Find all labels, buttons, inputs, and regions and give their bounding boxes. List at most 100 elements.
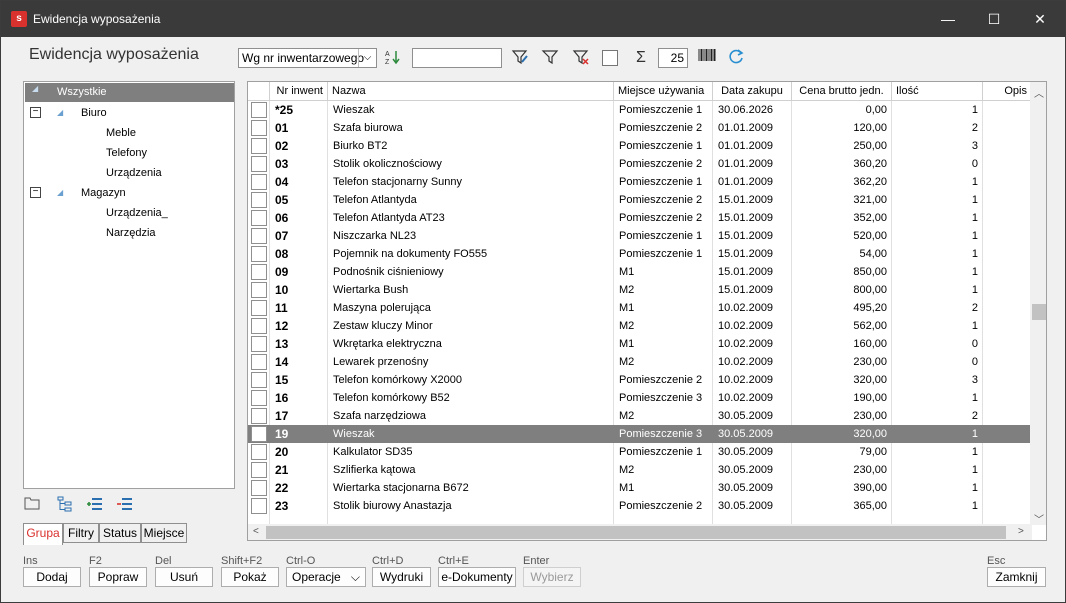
- tree-item-narzedzia[interactable]: Narzędzia: [106, 223, 156, 243]
- table-row[interactable]: 12 Zestaw kluczy Minor M2 10.02.2009 562,00 1: [248, 317, 1032, 335]
- minimize-button[interactable]: —: [925, 1, 971, 37]
- table-row[interactable]: 13 Wkrętarka elektryczna M1 10.02.2009 160,0…: [248, 335, 1032, 353]
- column-header[interactable]: Miejsce używania: [614, 82, 713, 101]
- table-row[interactable]: 05 Telefon Atlantyda Pomieszczenie 2 15.01.…: [248, 191, 1032, 209]
- row-checkbox[interactable]: [251, 372, 267, 388]
- table-row[interactable]: 11 Maszyna polerująca M1 10.02.2009 495,20 2: [248, 299, 1032, 317]
- collapse-icon[interactable]: −: [30, 107, 41, 118]
- table-row[interactable]: 03 Stolik okolicznościowy Pomieszczenie 2 0…: [248, 155, 1032, 173]
- tab-filtry[interactable]: Filtry: [63, 523, 99, 543]
- print-button[interactable]: Wydruki: [372, 567, 431, 587]
- folder-icon[interactable]: [23, 496, 41, 514]
- row-checkbox[interactable]: [251, 480, 267, 496]
- clear-filter-icon[interactable]: [571, 48, 591, 68]
- table-row[interactable]: *25 Wieszak Pomieszczenie 1 30.06.2026 0,00 1: [248, 101, 1032, 119]
- table-row[interactable]: 21 Szlifierka kątowa M2 30.05.2009 230,00 1: [248, 461, 1032, 479]
- tree-item-magazyn[interactable]: − ◢ Magazyn: [24, 183, 234, 203]
- table-row[interactable]: 10 Wiertarka Bush M2 15.01.2009 800,00 1: [248, 281, 1032, 299]
- column-header[interactable]: Nazwa: [328, 82, 614, 101]
- row-checkbox[interactable]: [251, 156, 267, 172]
- table-row[interactable]: 02 Biurko BT2 Pomieszczenie 1 01.01.2009 250…: [248, 137, 1032, 155]
- close-window-button[interactable]: Zamknij: [987, 567, 1046, 587]
- tree-item-urzadzenia-mag[interactable]: Urządzenia_: [106, 203, 168, 223]
- vertical-scrollbar[interactable]: ︿ ﹀: [1030, 82, 1046, 526]
- table-row[interactable]: 23 Stolik biurowy Anastazja Pomieszczenie …: [248, 497, 1032, 515]
- row-checkbox[interactable]: [251, 210, 267, 226]
- add-group-icon[interactable]: [86, 496, 104, 514]
- tab-miejsce[interactable]: Miejsce: [141, 523, 187, 543]
- row-checkbox[interactable]: [251, 264, 267, 280]
- table-row[interactable]: 19 Wieszak Pomieszczenie 3 30.05.2009 320,00…: [248, 425, 1032, 443]
- horizontal-scrollbar[interactable]: < >: [248, 524, 1032, 540]
- sum-icon[interactable]: Σ: [631, 48, 651, 68]
- row-checkbox[interactable]: [251, 444, 267, 460]
- row-count-input[interactable]: 25: [658, 48, 688, 68]
- scroll-down-icon[interactable]: ﹀: [1034, 511, 1044, 526]
- tree-item-all[interactable]: ◢ Wszystkie: [25, 83, 234, 102]
- row-checkbox[interactable]: [251, 462, 267, 478]
- tree-item-biuro[interactable]: − ◢ Biuro: [24, 103, 234, 123]
- table-row[interactable]: 20 Kalkulator SD35 Pomieszczenie 1 30.05.20…: [248, 443, 1032, 461]
- table-row[interactable]: 01 Szafa biurowa Pomieszczenie 2 01.01.2009…: [248, 119, 1032, 137]
- add-button[interactable]: Dodaj: [23, 567, 81, 587]
- maximize-button[interactable]: ☐: [971, 1, 1017, 37]
- table-row[interactable]: 09 Podnośnik ciśnieniowy M1 15.01.2009 850,0…: [248, 263, 1032, 281]
- sort-select[interactable]: Wg nr inwentarzowego ⌵: [238, 48, 377, 68]
- row-checkbox[interactable]: [251, 390, 267, 406]
- remove-group-icon[interactable]: [116, 496, 134, 514]
- row-checkbox[interactable]: [251, 300, 267, 316]
- barcode-icon[interactable]: [697, 48, 717, 68]
- table-row[interactable]: 17 Szafa narzędziowa M2 30.05.2009 230,00 2: [248, 407, 1032, 425]
- table-row[interactable]: 14 Lewarek przenośny M2 10.02.2009 230,00 0: [248, 353, 1032, 371]
- table-row[interactable]: 07 Niszczarka NL23 Pomieszczenie 1 15.01.20…: [248, 227, 1032, 245]
- row-checkbox[interactable]: [251, 498, 267, 514]
- delete-button[interactable]: Usuń: [155, 567, 213, 587]
- filter-edit-icon[interactable]: [510, 48, 530, 68]
- row-checkbox[interactable]: [251, 138, 267, 154]
- tree-structure-icon[interactable]: [56, 496, 74, 514]
- row-checkbox[interactable]: [251, 246, 267, 262]
- table-row[interactable]: 22 Wiertarka stacjonarna B672 M1 30.05.2009…: [248, 479, 1032, 497]
- table-row[interactable]: 16 Telefon komórkowy B52 Pomieszczenie 3 10…: [248, 389, 1032, 407]
- horizontal-scroll-thumb[interactable]: [266, 526, 1006, 539]
- operations-button[interactable]: Operacje ⌵: [286, 567, 366, 587]
- row-checkbox[interactable]: [251, 282, 267, 298]
- edit-button[interactable]: Popraw: [89, 567, 147, 587]
- column-header[interactable]: Ilość: [892, 82, 983, 101]
- column-header[interactable]: Opis: [983, 82, 1032, 101]
- tree-item-telefony[interactable]: Telefony: [106, 143, 147, 163]
- row-checkbox[interactable]: [251, 318, 267, 334]
- tree-item-urzadzenia[interactable]: Urządzenia: [106, 163, 162, 183]
- tab-status[interactable]: Status: [99, 523, 141, 543]
- row-checkbox[interactable]: [251, 228, 267, 244]
- table-row[interactable]: 15 Telefon komórkowy X2000 Pomieszczenie 2…: [248, 371, 1032, 389]
- column-header[interactable]: Cena brutto jedn.: [792, 82, 892, 101]
- filter-icon[interactable]: [540, 48, 560, 68]
- table-row[interactable]: 04 Telefon stacjonarny Sunny Pomieszczenie…: [248, 173, 1032, 191]
- sort-az-icon[interactable]: AZ: [383, 48, 403, 68]
- tab-grupa[interactable]: Grupa: [23, 523, 63, 545]
- column-header[interactable]: Data zakupu: [713, 82, 792, 101]
- row-checkbox[interactable]: [251, 336, 267, 352]
- row-checkbox[interactable]: [251, 174, 267, 190]
- refresh-icon[interactable]: [726, 48, 746, 68]
- row-checkbox[interactable]: [251, 102, 267, 118]
- row-checkbox[interactable]: [251, 408, 267, 424]
- row-checkbox[interactable]: [251, 192, 267, 208]
- select-all-checkbox[interactable]: [602, 50, 618, 66]
- row-checkbox[interactable]: [251, 426, 267, 442]
- table-row[interactable]: 06 Telefon Atlantyda AT23 Pomieszczenie 2 1…: [248, 209, 1032, 227]
- close-button[interactable]: ✕: [1017, 1, 1063, 37]
- column-header[interactable]: Nr inwent: [270, 82, 328, 101]
- search-input[interactable]: [412, 48, 502, 68]
- row-checkbox[interactable]: [251, 120, 267, 136]
- e-documents-button[interactable]: e-Dokumenty: [438, 567, 516, 587]
- scroll-up-icon[interactable]: ︿: [1034, 85, 1044, 100]
- show-button[interactable]: Pokaż: [221, 567, 279, 587]
- select-button[interactable]: Wybierz: [523, 567, 581, 587]
- tree-item-meble[interactable]: Meble: [106, 123, 136, 143]
- row-checkbox[interactable]: [251, 354, 267, 370]
- scroll-left-icon[interactable]: <: [253, 526, 259, 537]
- collapse-icon[interactable]: −: [30, 187, 41, 198]
- vertical-scroll-thumb[interactable]: [1032, 304, 1046, 320]
